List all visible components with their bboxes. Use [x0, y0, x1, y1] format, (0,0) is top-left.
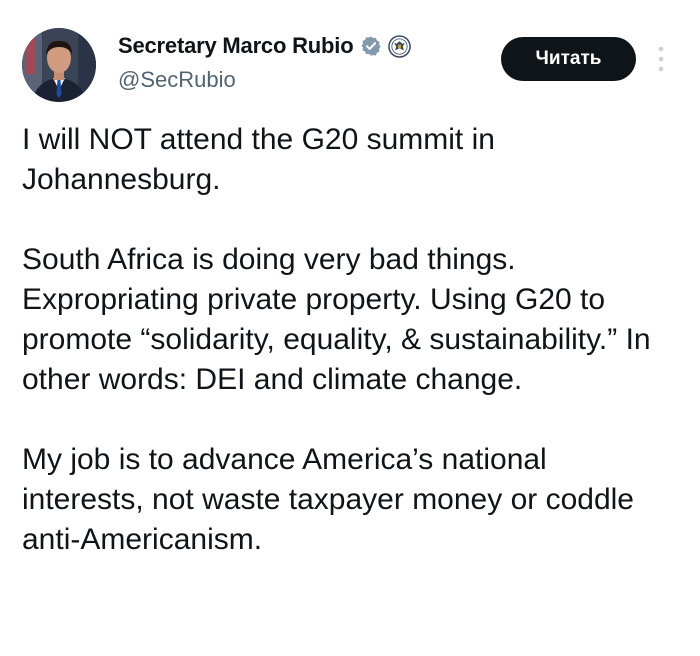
- tweet-paragraph: South Africa is doing very bad things. E…: [22, 243, 651, 396]
- follow-button[interactable]: Читать: [501, 37, 636, 81]
- tweet-card: Secretary Marco Rubio @SecRubio Читать I…: [0, 0, 700, 656]
- author-handle[interactable]: @SecRubio: [118, 67, 236, 93]
- state-department-seal-icon[interactable]: [388, 34, 412, 58]
- tweet-text: I will NOT attend the G20 summit in Joha…: [22, 120, 662, 560]
- tweet-paragraph: My job is to advance America’s national …: [22, 443, 634, 556]
- gray-verified-badge-icon[interactable]: [360, 35, 382, 57]
- avatar[interactable]: [22, 28, 96, 102]
- author-display-name[interactable]: Secretary Marco Rubio: [118, 33, 354, 59]
- author-name-row: Secretary Marco Rubio: [118, 33, 412, 59]
- vertical-ellipsis-icon[interactable]: [656, 44, 666, 74]
- tweet-paragraph: I will NOT attend the G20 summit in Joha…: [22, 123, 495, 196]
- profile-photo-icon: [22, 28, 96, 102]
